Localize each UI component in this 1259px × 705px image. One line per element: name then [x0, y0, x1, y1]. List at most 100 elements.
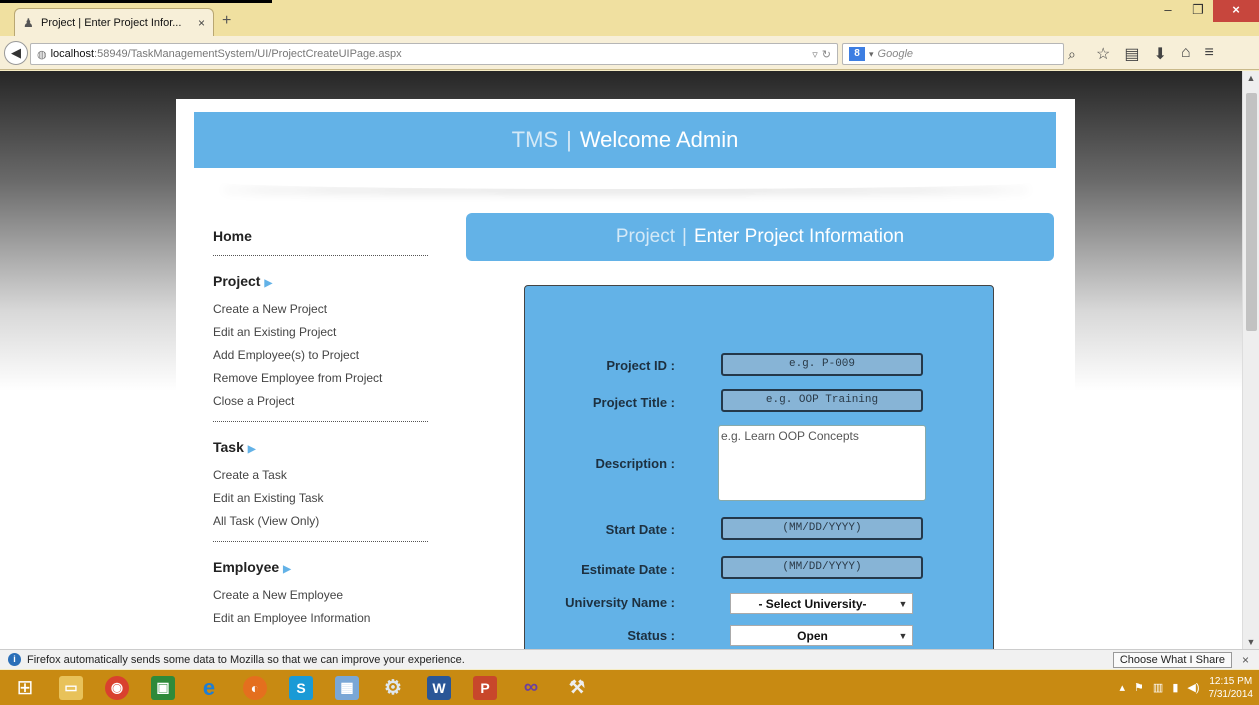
search-engine-dropdown-icon[interactable]: ▾: [869, 49, 874, 60]
start-date-input[interactable]: (MM/DD/YYYY): [721, 517, 923, 540]
volume-icon[interactable]: ◀): [1187, 681, 1199, 694]
downloads-icon[interactable]: ⬇: [1153, 44, 1166, 64]
search-placeholder: Google: [877, 48, 914, 60]
scroll-down-icon[interactable]: ▼: [1243, 637, 1259, 647]
task-links: Create a Task Edit an Existing Task All …: [213, 464, 428, 533]
notification-bar: i Firefox automatically sends some data …: [0, 649, 1259, 669]
status-select[interactable]: Open ▼: [730, 625, 913, 646]
toolbar-icons: ☆ ▤ ⬇ ⌂ ≡: [1096, 44, 1214, 64]
tab-title: Project | Enter Project Infor...: [41, 16, 182, 29]
browser-tab[interactable]: ♟ Project | Enter Project Infor... ×: [14, 8, 214, 36]
settings-gear-icon[interactable]: ⚙: [374, 673, 412, 703]
search-bar[interactable]: 8 ▾ Google: [842, 43, 1064, 65]
university-label: University Name :: [565, 595, 675, 610]
notification-close-icon[interactable]: ×: [1242, 653, 1249, 667]
sidebar-item-home[interactable]: Home: [213, 225, 428, 247]
sidebar-item-add-employee-to-project[interactable]: Add Employee(s) to Project: [213, 344, 428, 367]
internet-explorer-icon[interactable]: e: [190, 673, 228, 703]
sidebar-divider: [213, 255, 428, 256]
sidebar-group-title: Employee: [213, 559, 280, 575]
minimize-button[interactable]: –: [1153, 0, 1183, 22]
new-tab-button[interactable]: +: [222, 12, 231, 30]
choose-what-i-share-button[interactable]: Choose What I Share: [1112, 651, 1232, 668]
scroll-up-icon[interactable]: ▲: [1243, 73, 1259, 83]
sidebar-item-remove-employee[interactable]: Remove Employee from Project: [213, 367, 428, 390]
sidebar-divider: [213, 541, 428, 542]
flag-icon[interactable]: ⚑: [1134, 681, 1144, 694]
sidebar-item-create-employee[interactable]: Create a New Employee: [213, 584, 428, 607]
start-date-label: Start Date :: [605, 522, 675, 537]
sidebar-group-title: Task: [213, 439, 244, 455]
windows-start-icon[interactable]: ⊞: [6, 673, 44, 703]
visual-studio-icon[interactable]: ∞: [512, 673, 550, 703]
clock-date: 7/31/2014: [1208, 688, 1254, 700]
home-icon[interactable]: ⌂: [1181, 44, 1191, 64]
search-icon[interactable]: ⌕: [1068, 46, 1076, 63]
site-brand: TMS: [511, 127, 559, 152]
reload-icon[interactable]: ↻: [822, 48, 831, 61]
university-selected: - Select University-: [758, 596, 867, 611]
sidebar-group-task[interactable]: Task ▶: [213, 436, 428, 458]
estimate-date-label: Estimate Date :: [581, 562, 675, 577]
triangle-right-icon: ▶: [283, 564, 291, 575]
back-button[interactable]: ◀: [4, 41, 28, 65]
firefox-icon[interactable]: ◐: [236, 673, 274, 703]
network-icon[interactable]: ▥: [1153, 681, 1163, 694]
sidebar-item-create-project[interactable]: Create a New Project: [213, 298, 428, 321]
bookmarks-menu-icon[interactable]: ▤: [1124, 44, 1139, 64]
sidebar-divider: [213, 421, 428, 422]
store-icon[interactable]: ▣: [144, 673, 182, 703]
sidebar-item-all-tasks[interactable]: All Task (View Only): [213, 510, 428, 533]
page-favicon-icon: ♟: [23, 15, 34, 30]
powerpoint-icon[interactable]: P: [466, 673, 504, 703]
estimate-date-input[interactable]: (MM/DD/YYYY): [721, 556, 923, 579]
search-engine-icon[interactable]: 8: [849, 47, 865, 61]
project-id-input[interactable]: e.g. P-009: [721, 353, 923, 376]
clock[interactable]: 12:15 PM 7/31/2014: [1209, 675, 1254, 701]
project-title-label: Project Title :: [592, 395, 675, 410]
url-path: :58949/TaskManagementSystem/UI/ProjectCr…: [94, 48, 402, 60]
tools-icon[interactable]: ⚒: [558, 673, 596, 703]
sidebar-group-employee[interactable]: Employee ▶: [213, 556, 428, 578]
system-tray: ▴ ⚑ ▥ ▮ ◀) 12:15 PM 7/31/2014: [1120, 670, 1254, 705]
windows-taskbar: ⊞ ▭ ◉ ▣ e ◐ S ▦ ⚙ W P ∞ ⚒ ▴ ⚑ ▥ ▮ ◀) 12:…: [0, 670, 1259, 705]
menu-icon[interactable]: ≡: [1205, 44, 1214, 64]
university-select[interactable]: - Select University- ▼: [730, 593, 913, 614]
section-header: Project | Enter Project Information: [466, 213, 1054, 261]
battery-icon[interactable]: ▮: [1172, 681, 1178, 694]
project-form: Project ID : e.g. P-009 Project Title : …: [524, 285, 994, 649]
description-textarea[interactable]: e.g. Learn OOP Concepts: [718, 425, 926, 501]
close-window-button[interactable]: ×: [1213, 0, 1259, 22]
sidebar-item-close-project[interactable]: Close a Project: [213, 390, 428, 413]
project-title-input[interactable]: e.g. OOP Training: [721, 389, 923, 412]
skype-icon[interactable]: S: [282, 673, 320, 703]
restore-button[interactable]: ❐: [1183, 0, 1213, 22]
bookmark-star-icon[interactable]: ☆: [1096, 44, 1110, 64]
sidebar-group-project[interactable]: Project ▶: [213, 270, 428, 292]
sidebar-item-edit-task[interactable]: Edit an Existing Task: [213, 487, 428, 510]
chevron-down-icon: ▼: [898, 598, 908, 609]
header-shadow: [216, 175, 1036, 189]
site-identity-icon[interactable]: ◍: [37, 48, 47, 61]
sidebar-item-edit-project[interactable]: Edit an Existing Project: [213, 321, 428, 344]
section-separator: |: [682, 226, 687, 247]
scrollbar-thumb[interactable]: [1246, 93, 1257, 331]
page-viewport: TMS | Welcome Admin Home Project ▶ Create…: [0, 71, 1242, 649]
status-label: Status :: [627, 628, 675, 643]
browser-nav-bar: ◀ ◍ localhost:58949/TaskManagementSystem…: [0, 36, 1259, 70]
show-hidden-icons-icon[interactable]: ▴: [1120, 681, 1126, 694]
tab-close-icon[interactable]: ×: [198, 16, 205, 30]
dropdown-history-icon[interactable]: ▿: [812, 48, 818, 61]
word-icon[interactable]: W: [420, 673, 458, 703]
file-explorer-icon[interactable]: ▭: [52, 673, 90, 703]
chrome-icon[interactable]: ◉: [98, 673, 136, 703]
project-id-label: Project ID :: [606, 358, 675, 373]
browser-tab-bar: ♟ Project | Enter Project Infor... × + –…: [0, 0, 1259, 36]
project-links: Create a New Project Edit an Existing Pr…: [213, 298, 428, 413]
triangle-right-icon: ▶: [264, 278, 273, 289]
address-bar[interactable]: ◍ localhost:58949/TaskManagementSystem/U…: [30, 43, 838, 65]
control-panel-icon[interactable]: ▦: [328, 673, 366, 703]
sidebar-item-edit-employee[interactable]: Edit an Employee Information: [213, 607, 428, 630]
sidebar-item-create-task[interactable]: Create a Task: [213, 464, 428, 487]
vertical-scrollbar[interactable]: ▲ ▼: [1242, 71, 1259, 649]
